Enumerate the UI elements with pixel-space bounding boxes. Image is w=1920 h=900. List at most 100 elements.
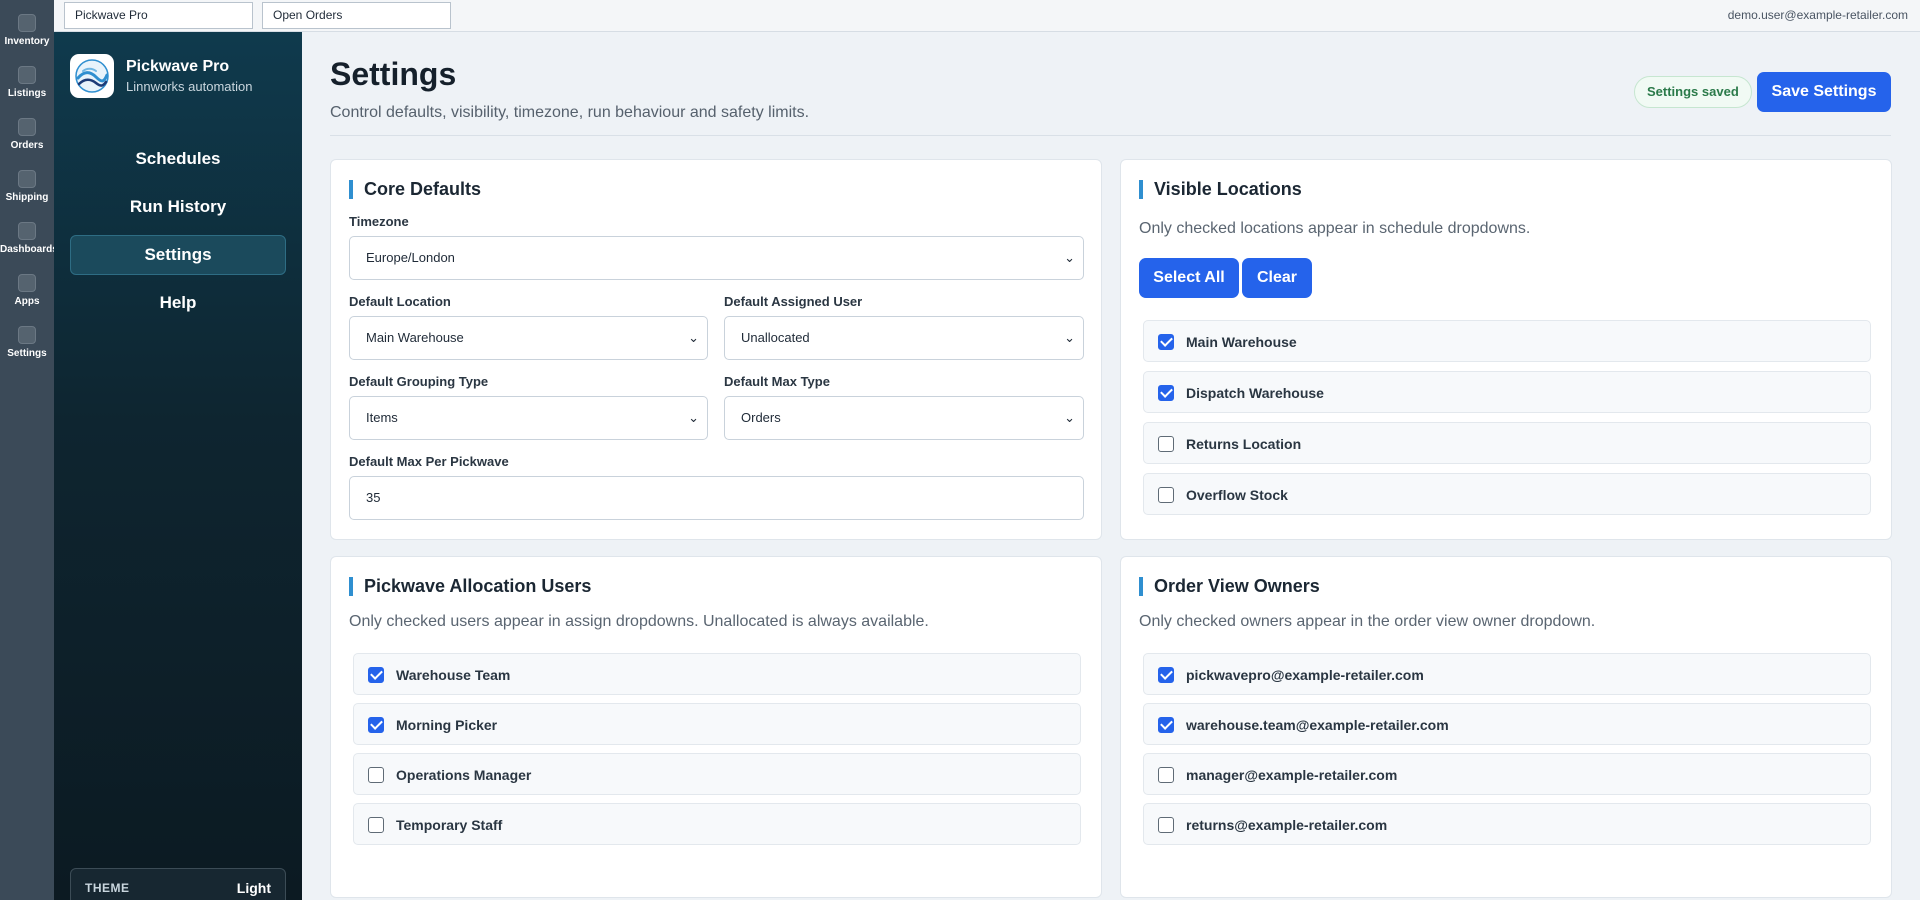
brand-subtitle: Linnworks automation [126,79,253,94]
divider [330,135,1891,136]
user-item[interactable]: Warehouse Team [353,653,1081,695]
page-subtitle: Control defaults, visibility, timezone, … [330,104,810,121]
page-title: Settings [330,56,457,92]
brand: Pickwave Pro Linnworks automation [70,54,252,98]
select-all-button[interactable]: Select All [1139,258,1239,298]
default-location-select[interactable]: Main Warehouse ⌄ [349,316,708,360]
owner-label: warehouse.team@example-retailer.com [1186,717,1449,733]
nav-schedules[interactable]: Schedules [70,139,286,179]
checkbox-checked[interactable] [1158,717,1174,733]
user-label: Morning Picker [396,717,498,733]
location-item[interactable]: Dispatch Warehouse [1143,371,1871,413]
max-type-label: Default Max Type [724,374,830,389]
visible-locations-card: Visible Locations Only checked locations… [1120,159,1892,540]
default-location-label: Default Location [349,294,451,309]
owner-item[interactable]: returns@example-retailer.com [1143,803,1871,845]
checkbox-checked[interactable] [368,717,384,733]
location-item[interactable]: Main Warehouse [1143,320,1871,362]
default-user-label: Default Assigned User [724,294,863,309]
checkbox-unchecked[interactable] [368,817,384,833]
theme-toggle[interactable]: THEME Light [70,868,286,900]
checkbox-unchecked[interactable] [1158,487,1174,503]
default-location-value: Main Warehouse [366,330,464,345]
allocation-users-card: Pickwave Allocation Users Only checked u… [330,556,1102,898]
rail-item-apps[interactable]: Apps [0,274,54,307]
chevron-down-icon: ⌄ [688,330,699,345]
card-title: Core Defaults [349,180,481,199]
location-label: Overflow Stock [1186,487,1288,503]
status-badge: Settings saved [1634,76,1752,108]
rail-item-settings[interactable]: Settings [0,326,54,359]
location-item[interactable]: Overflow Stock [1143,473,1871,515]
max-per-pickwave-label: Default Max Per Pickwave [349,454,509,469]
user-item[interactable]: Temporary Staff [353,803,1081,845]
nav-help[interactable]: Help [70,283,286,323]
orders-icon [18,118,36,136]
card-description: Only checked locations appear in schedul… [1139,220,1531,237]
owner-label: manager@example-retailer.com [1186,767,1398,783]
owner-label: returns@example-retailer.com [1186,817,1388,833]
shipping-icon [18,170,36,188]
max-per-pickwave-input[interactable]: 35 [349,476,1084,520]
nav-settings[interactable]: Settings [70,235,286,275]
rail-label: Orders [10,140,44,151]
user-label: Warehouse Team [396,667,511,683]
save-settings-button[interactable]: Save Settings [1757,72,1891,112]
max-type-select[interactable]: Orders ⌄ [724,396,1084,440]
app-tab-open-orders[interactable]: Open Orders [262,2,451,29]
rail-item-dashboards[interactable]: Dashboards [0,222,54,255]
checkbox-checked[interactable] [1158,334,1174,350]
owner-item[interactable]: manager@example-retailer.com [1143,753,1871,795]
rail-item-shipping[interactable]: Shipping [0,170,54,203]
timezone-label: Timezone [349,214,409,229]
main-content: Settings Control defaults, visibility, t… [302,32,1920,900]
checkbox-unchecked[interactable] [1158,817,1174,833]
owner-item[interactable]: warehouse.team@example-retailer.com [1143,703,1871,745]
chevron-down-icon: ⌄ [1064,410,1075,425]
checkbox-unchecked[interactable] [368,767,384,783]
location-item[interactable]: Returns Location [1143,422,1871,464]
card-description: Only checked users appear in assign drop… [349,613,929,630]
theme-value: Light [236,880,271,896]
pickwave-logo-icon [70,54,114,98]
listings-icon [18,66,36,84]
grouping-type-value: Items [366,410,398,425]
user-label: Temporary Staff [396,817,503,833]
rail-item-orders[interactable]: Orders [0,118,54,151]
inventory-icon [18,14,36,32]
chevron-down-icon: ⌄ [1064,250,1075,265]
top-bar: Pickwave Pro Open Orders demo.user@examp… [54,0,1920,32]
timezone-select[interactable]: Europe/London ⌄ [349,236,1084,280]
max-type-value: Orders [741,410,781,425]
rail-label: Dashboards [0,244,54,255]
nav-run-history[interactable]: Run History [70,187,286,227]
checkbox-checked[interactable] [1158,667,1174,683]
location-label: Main Warehouse [1186,334,1297,350]
left-rail: Inventory Listings Orders Shipping Dashb… [0,0,54,900]
user-label: Operations Manager [396,767,532,783]
default-user-select[interactable]: Unallocated ⌄ [724,316,1084,360]
rail-item-inventory[interactable]: Inventory [0,14,54,47]
user-email[interactable]: demo.user@example-retailer.com [1728,0,1908,31]
owner-item[interactable]: pickwavepro@example-retailer.com [1143,653,1871,695]
user-item[interactable]: Morning Picker [353,703,1081,745]
grouping-type-select[interactable]: Items ⌄ [349,396,708,440]
chevron-down-icon: ⌄ [688,410,699,425]
card-title: Visible Locations [1139,180,1302,199]
checkbox-checked[interactable] [368,667,384,683]
rail-label: Apps [14,296,40,307]
location-label: Returns Location [1186,436,1302,452]
order-view-owners-card: Order View Owners Only checked owners ap… [1120,556,1892,898]
rail-item-listings[interactable]: Listings [0,66,54,99]
checkbox-unchecked[interactable] [1158,767,1174,783]
checkbox-checked[interactable] [1158,385,1174,401]
rail-label: Listings [7,88,47,99]
max-per-pickwave-value: 35 [366,490,381,505]
user-item[interactable]: Operations Manager [353,753,1081,795]
clear-button[interactable]: Clear [1242,258,1312,298]
app-tab-pickwave[interactable]: Pickwave Pro [64,2,253,29]
checkbox-unchecked[interactable] [1158,436,1174,452]
location-label: Dispatch Warehouse [1186,385,1324,401]
card-description: Only checked owners appear in the order … [1139,613,1596,630]
sidebar: Pickwave Pro Linnworks automation Schedu… [54,32,302,900]
